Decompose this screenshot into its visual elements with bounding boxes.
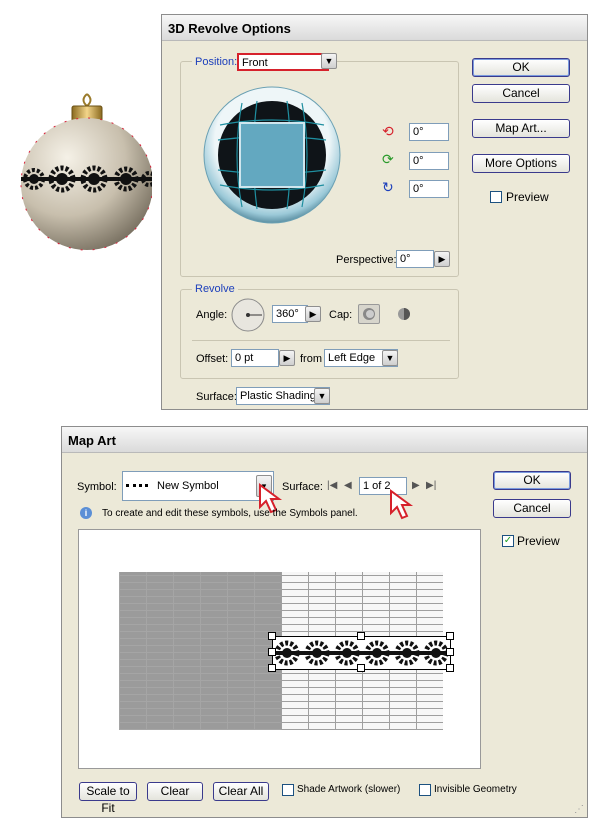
perspective-label: Perspective:	[336, 254, 397, 266]
invisible-geometry-label: Invisible Geometry	[434, 784, 517, 795]
ornament-illustration	[20, 93, 152, 251]
scale-to-fit-button[interactable]: Scale to Fit	[79, 782, 137, 815]
revolve-group	[180, 289, 459, 379]
artwork-canvas[interactable]	[78, 529, 481, 769]
cancel-button[interactable]: Cancel	[493, 499, 571, 518]
cap-on-button[interactable]	[358, 304, 380, 324]
first-surface-icon[interactable]: |◀	[327, 480, 337, 491]
chevron-right-icon[interactable]: ▶	[279, 350, 295, 366]
resize-handle[interactable]	[446, 664, 454, 672]
last-surface-icon[interactable]: ▶|	[426, 480, 436, 491]
map-art-button[interactable]: Map Art...	[472, 119, 570, 138]
chevron-right-icon[interactable]: ▶	[434, 251, 450, 267]
previous-surface-icon[interactable]: ◀	[344, 480, 352, 491]
cursor-pointer-icon	[390, 489, 414, 520]
chevron-down-icon[interactable]: ▼	[321, 53, 337, 69]
chevron-down-icon[interactable]: ▼	[314, 388, 330, 404]
resize-grip-icon[interactable]: ⋰	[574, 804, 584, 815]
chevron-right-icon[interactable]: ▶	[305, 306, 321, 322]
y-rotation-field[interactable]: 0°	[409, 152, 449, 170]
shade-artwork-label: Shade Artwork (slower)	[297, 784, 401, 795]
preview-checkbox[interactable]: ✓	[502, 535, 514, 547]
cube-face	[239, 122, 305, 188]
preview-checkbox[interactable]	[490, 191, 502, 203]
chevron-down-icon[interactable]: ▼	[382, 350, 398, 366]
y-rotation-icon: ⟳	[382, 151, 394, 167]
revolve-group-label: Revolve	[192, 283, 238, 295]
invisible-geometry-checkbox[interactable]	[419, 784, 431, 796]
rotation-trackball[interactable]	[202, 85, 342, 225]
preview-label: Preview	[517, 534, 560, 548]
info-icon: i	[80, 507, 92, 519]
x-rotation-field[interactable]: 0°	[409, 123, 449, 141]
resize-handle[interactable]	[446, 632, 454, 640]
resize-handle[interactable]	[446, 648, 454, 656]
revolve-options-dialog: 3D Revolve Options Position: Front ▼ ⟲ 0…	[161, 14, 588, 410]
resize-handle[interactable]	[268, 664, 276, 672]
hidden-surface-area	[119, 572, 281, 730]
clear-all-button[interactable]: Clear All	[213, 782, 269, 801]
cancel-button[interactable]: Cancel	[472, 84, 570, 103]
position-label: Position:	[192, 56, 241, 68]
angle-field[interactable]: 360°	[272, 305, 308, 323]
cap-off-button[interactable]	[396, 306, 412, 322]
offset-field[interactable]: 0 pt	[231, 349, 279, 367]
ok-button[interactable]: OK	[493, 471, 571, 490]
resize-handle[interactable]	[357, 664, 365, 672]
angle-dial[interactable]	[230, 297, 266, 333]
resize-handle[interactable]	[268, 632, 276, 640]
resize-handle[interactable]	[357, 632, 365, 640]
perspective-field[interactable]: 0°	[396, 250, 434, 268]
map-art-dialog: Map Art Symbol: New Symbol ▾ Surface: |◀…	[61, 426, 588, 818]
from-label: from	[300, 353, 322, 365]
angle-label: Angle:	[196, 309, 228, 321]
clear-button[interactable]: Clear	[147, 782, 203, 801]
symbol-swatch-icon	[126, 484, 148, 490]
position-select[interactable]: Front	[237, 53, 329, 71]
dialog-title: Map Art	[62, 427, 587, 453]
ok-button[interactable]: OK	[472, 58, 570, 77]
resize-handle[interactable]	[268, 648, 276, 656]
x-rotation-icon: ⟲	[382, 123, 394, 139]
offset-label: Offset:	[196, 353, 229, 365]
z-rotation-icon: ↻	[382, 179, 394, 195]
surface-label: Surface:	[282, 481, 323, 493]
info-text: To create and edit these symbols, use th…	[102, 508, 358, 519]
more-options-button[interactable]: More Options	[472, 154, 570, 173]
dialog-title: 3D Revolve Options	[162, 15, 587, 41]
preview-label: Preview	[506, 190, 549, 204]
divider	[192, 340, 450, 341]
z-rotation-field[interactable]: 0°	[409, 180, 449, 198]
surface-label: Surface:	[196, 391, 237, 403]
shade-artwork-checkbox[interactable]	[282, 784, 294, 796]
symbol-label: Symbol:	[77, 481, 117, 493]
cap-label: Cap:	[329, 309, 353, 321]
